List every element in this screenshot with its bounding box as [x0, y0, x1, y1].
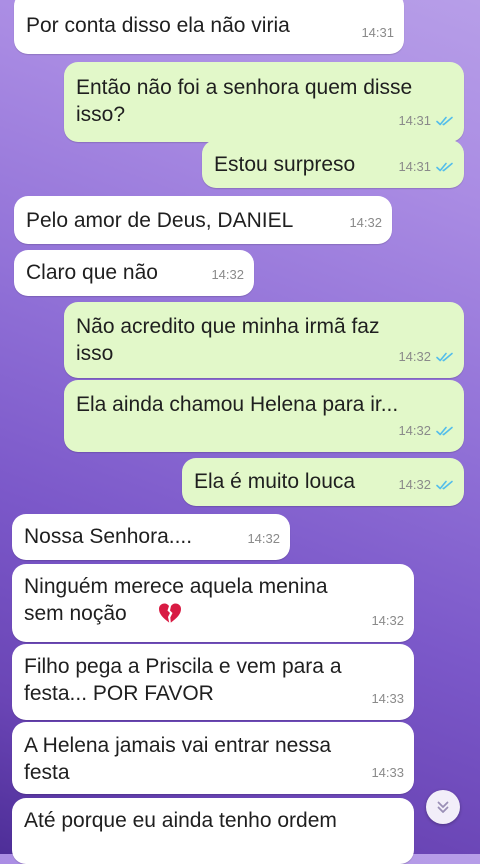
- message-text: Filho pega a Priscila e vem para a festa…: [24, 655, 342, 705]
- message-meta: 14:32: [398, 417, 454, 444]
- message-bubble-incoming[interactable]: A Helena jamais vai entrar nessa festa 1…: [12, 722, 414, 794]
- message-text: Até porque eu ainda tenho ordem: [24, 809, 337, 832]
- message-meta: 14:31: [398, 107, 454, 134]
- message-bubble-incoming[interactable]: Pelo amor de Deus, DANIEL 14:32: [14, 196, 392, 244]
- read-ticks-icon: [436, 480, 453, 489]
- message-meta: 14:32: [247, 525, 280, 552]
- message-text: Então não foi a senhora quem disse isso?: [76, 76, 413, 126]
- message-meta: 14:31: [361, 19, 394, 46]
- message-meta: 14:32: [371, 607, 404, 634]
- message-time: 14:32: [398, 423, 431, 438]
- message-text: Ela ainda chamou Helena para ir...: [76, 393, 399, 416]
- message-time: 14:32: [211, 267, 244, 282]
- message-bubble-incoming[interactable]: Ninguém merece aquela menina sem noção 1…: [12, 564, 414, 642]
- message-text: Nossa Senhora....: [24, 525, 193, 548]
- message-text: Ela é muito louca: [194, 470, 356, 493]
- message-time: 14:33: [371, 765, 404, 780]
- read-ticks-icon: [436, 116, 453, 125]
- message-meta: 14:33: [371, 759, 404, 786]
- message-time: 14:31: [398, 159, 431, 174]
- message-bubble-incoming[interactable]: Nossa Senhora.... 14:32: [12, 514, 290, 560]
- message-time: 14:32: [349, 215, 382, 230]
- message-meta: 14:32: [211, 261, 244, 288]
- read-ticks-icon: [436, 426, 453, 435]
- message-bubble-incoming[interactable]: Por conta disso ela não viria 14:31: [14, 0, 404, 54]
- double-chevron-down-icon: [437, 801, 449, 813]
- message-time: 14:32: [247, 531, 280, 546]
- message-meta: 14:32: [349, 209, 382, 236]
- read-ticks-icon: [436, 162, 453, 171]
- message-meta: 14:31: [398, 153, 454, 180]
- message-meta: 14:32: [398, 471, 454, 498]
- scroll-to-bottom-button[interactable]: [426, 790, 460, 824]
- message-bubble-outgoing[interactable]: Ela é muito louca 14:32: [182, 458, 464, 506]
- message-time: 14:31: [398, 113, 431, 128]
- chat-area[interactable]: Por conta disso ela não viria 14:31 Entã…: [0, 0, 480, 864]
- message-text: Não acredito que minha irmã faz isso: [76, 315, 380, 365]
- message-time: 14:32: [398, 477, 431, 492]
- message-text: Claro que não: [26, 261, 158, 284]
- message-text: Por conta disso ela não viria: [26, 14, 290, 37]
- message-bubble-outgoing[interactable]: Então não foi a senhora quem disse isso?…: [64, 62, 464, 142]
- message-bubble-incoming[interactable]: Até porque eu ainda tenho ordem: [12, 798, 414, 864]
- message-text: Estou surpreso: [214, 153, 356, 176]
- message-text: Pelo amor de Deus, DANIEL: [26, 209, 294, 232]
- message-time: 14:31: [361, 25, 394, 40]
- message-bubble-outgoing[interactable]: Não acredito que minha irmã faz isso 14:…: [64, 302, 464, 378]
- read-ticks-icon: [436, 352, 453, 361]
- message-bubble-outgoing[interactable]: Ela ainda chamou Helena para ir... 14:32: [64, 380, 464, 452]
- message-meta: 14:32: [398, 343, 454, 370]
- message-bubble-incoming[interactable]: Filho pega a Priscila e vem para a festa…: [12, 644, 414, 720]
- message-time: 14:32: [398, 349, 431, 364]
- broken-heart-icon: [159, 603, 181, 623]
- message-bubble-outgoing[interactable]: Estou surpreso 14:31: [202, 140, 464, 188]
- message-meta: 14:33: [371, 685, 404, 712]
- message-text: A Helena jamais vai entrar nessa festa: [24, 734, 331, 784]
- message-bubble-incoming[interactable]: Claro que não 14:32: [14, 250, 254, 296]
- message-time: 14:32: [371, 613, 404, 628]
- message-time: 14:33: [371, 691, 404, 706]
